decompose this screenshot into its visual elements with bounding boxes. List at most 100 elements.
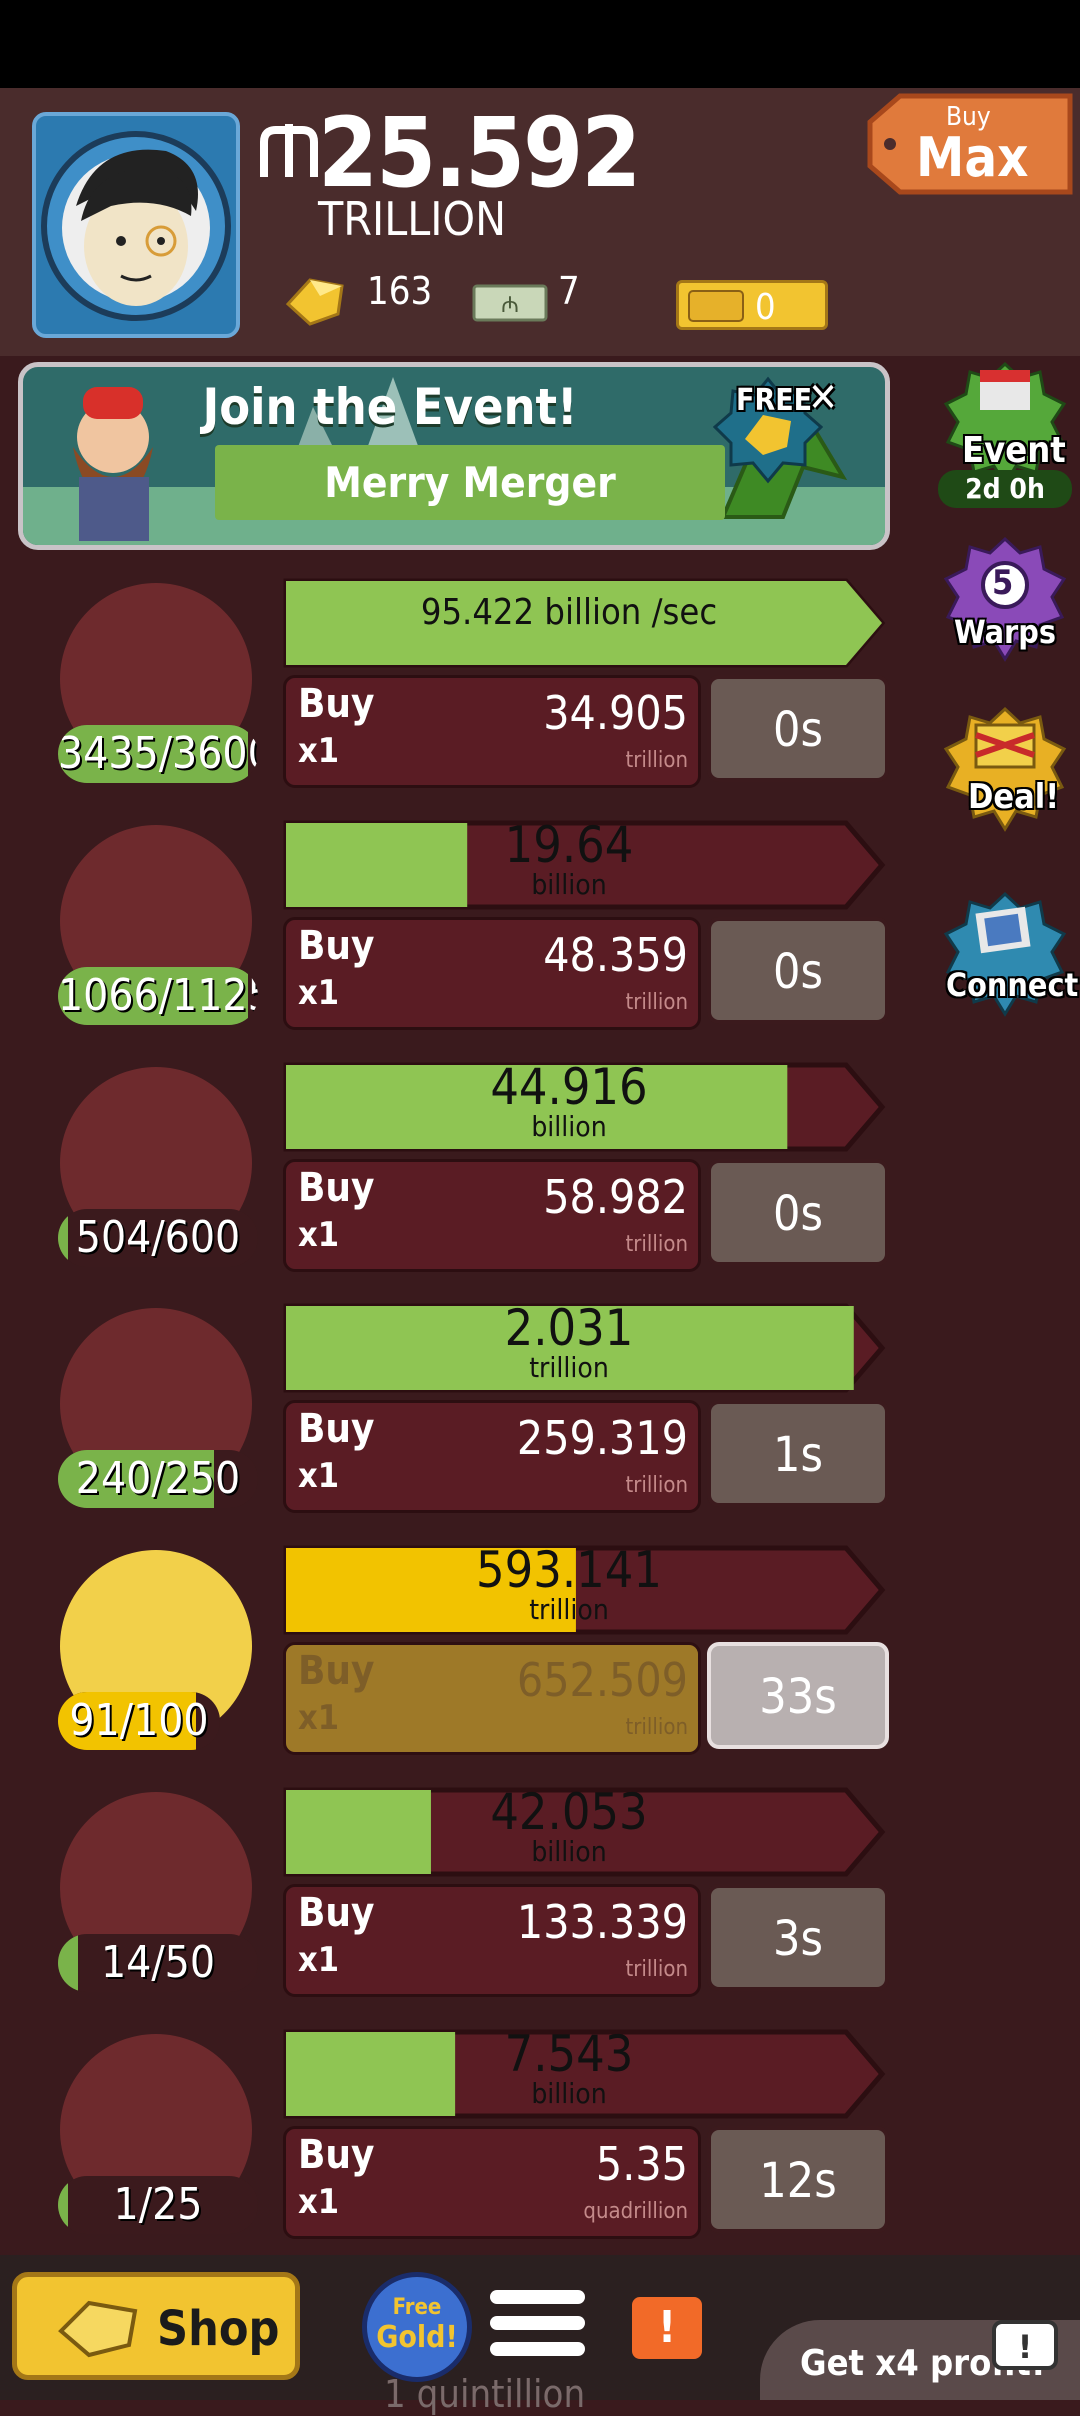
deal-label: Deal! (968, 777, 1060, 817)
warps-label: Warps (954, 613, 1056, 651)
buy-multiplier: x1 (298, 2182, 340, 2222)
menu-icon[interactable] (490, 2290, 585, 2370)
timer-button[interactable]: 33s (707, 1642, 889, 1749)
gold-bar-icon (58, 2300, 138, 2358)
ticket-count: 0 (755, 287, 776, 328)
shop-label: Shop (157, 2301, 280, 2357)
buy-button[interactable]: Buy x1 133.339 trillion (283, 1884, 701, 1997)
buy-cost-unit: trillion (625, 1473, 688, 1498)
income-value: 593.141 (476, 1541, 662, 1599)
timer-button[interactable]: 0s (707, 675, 889, 782)
buy-multiplier: x1 (298, 1456, 340, 1496)
warps-badge[interactable]: 5 Warps (940, 535, 1070, 665)
event-title: Join the Event! (202, 378, 578, 436)
buy-label: Buy (298, 1648, 375, 1694)
status-bar (0, 0, 1080, 88)
event-subtitle: Merry Merger (215, 445, 725, 520)
warps-count: 5 (992, 563, 1014, 603)
buy-cost-unit: trillion (625, 1232, 688, 1257)
money-value: 25.592 (318, 97, 641, 209)
timer-button[interactable]: 0s (707, 1159, 889, 1266)
event-badge-label: Event (962, 430, 1066, 471)
income-unit: billion (531, 1835, 607, 1868)
buy-label: Buy (298, 923, 375, 969)
buy-multiplier: x1 (298, 1698, 340, 1738)
income-value: 7.543 (504, 2025, 634, 2083)
gold-count: 163 (367, 269, 433, 313)
buy-cost-unit: quadrillion (583, 2199, 688, 2224)
buy-button[interactable]: Buy x1 652.509 trillion (283, 1642, 701, 1755)
shop-button[interactable]: Shop (12, 2272, 300, 2380)
owned-count: 14/50 (100, 1937, 216, 1988)
timer-button[interactable]: 0s (707, 917, 889, 1024)
buy-cost: 652.509 (516, 1653, 688, 1707)
buy-button[interactable]: Buy x1 48.359 trillion (283, 917, 701, 1030)
buy-label: Buy (298, 681, 375, 727)
owned-count-pill: 504/600 (58, 1209, 258, 1267)
mega-count: 7 (558, 269, 580, 313)
income-value: 2.031 (504, 1299, 634, 1357)
buy-multiplier: x1 (298, 1215, 340, 1255)
buy-label: Buy (298, 1165, 375, 1211)
owned-count: 504/600 (75, 1212, 241, 1263)
buy-cost-unit: trillion (625, 748, 688, 773)
buy-max-bottom: Max (916, 126, 1029, 189)
owned-count: 1/25 (113, 2179, 203, 2230)
income-unit: billion (531, 2077, 607, 2110)
buy-label: Buy (298, 2132, 375, 2178)
buy-button[interactable]: Buy x1 58.982 trillion (283, 1159, 701, 1272)
income-unit: billion (531, 868, 607, 901)
buy-label: Buy (298, 1890, 375, 1936)
gold-icon (285, 278, 344, 326)
buy-max-button[interactable]: Buy Max (850, 92, 1075, 200)
buy-cost: 48.359 (543, 928, 688, 982)
income-value: 42.053 (490, 1783, 648, 1841)
owned-count: 240/250 (75, 1453, 241, 1504)
buy-cost: 259.319 (516, 1411, 688, 1465)
income-value: 95.422 billion /sec (420, 592, 718, 633)
owned-count-pill: 1066/1125 (58, 967, 258, 1025)
timer-button[interactable]: 12s (707, 2126, 889, 2233)
income-unit: billion (531, 1110, 607, 1143)
next-unlock-text: 1 quintillion (384, 2372, 586, 2416)
buy-cost: 5.35 (595, 2137, 688, 2191)
buy-cost: 58.982 (543, 1170, 688, 1224)
astronaut-avatar-icon (41, 131, 231, 321)
owned-count-pill: 14/50 (58, 1934, 258, 1992)
buy-cost-unit: trillion (625, 1715, 688, 1740)
buy-multiplier: x1 (298, 973, 340, 1013)
ticket-counter[interactable]: 0 (676, 280, 828, 330)
timer-button[interactable]: 1s (707, 1400, 889, 1507)
owned-count-pill: 1/25 (58, 2176, 258, 2234)
connect-label: Connect (946, 966, 1079, 1004)
ticket-icon (688, 290, 744, 322)
free-gold-button[interactable]: Free Gold! (362, 2272, 472, 2382)
alert-icon[interactable]: ! (632, 2297, 702, 2359)
buy-button[interactable]: Buy x1 5.35 quadrillion (283, 2126, 701, 2239)
timer-button[interactable]: 3s (707, 1884, 889, 1991)
deal-badge[interactable]: Deal! (940, 705, 1070, 835)
buy-cost: 34.905 (543, 686, 688, 740)
owned-count-pill: 3435/3600 (58, 725, 258, 783)
buy-cost: 133.339 (516, 1895, 688, 1949)
player-avatar[interactable] (32, 112, 240, 338)
buy-multiplier: x1 (298, 1940, 340, 1980)
buy-multiplier: x1 (298, 731, 340, 771)
income-value: 19.64 (504, 816, 634, 874)
buy-button[interactable]: Buy x1 34.905 trillion (283, 675, 701, 788)
owned-count: 3435/3600 (58, 728, 258, 779)
buy-button[interactable]: Buy x1 259.319 trillion (283, 1400, 701, 1513)
free-gold-line2: Gold! (376, 2320, 458, 2355)
owned-count: 91/100 (69, 1695, 209, 1746)
event-timer: 2d 0h (938, 470, 1072, 508)
owned-count-pill: 91/100 (58, 1692, 220, 1750)
tv-icon: ! (992, 2320, 1058, 2370)
free-gold-line1: Free (392, 2295, 442, 2320)
owned-count: 1066/1125 (58, 970, 258, 1021)
buy-cost-unit: trillion (625, 990, 688, 1015)
connect-badge[interactable]: Connect (940, 890, 1078, 1020)
income-unit: trillion (529, 1351, 609, 1384)
buy-cost-unit: trillion (625, 1957, 688, 1982)
money-symbol-icon (260, 124, 318, 177)
money-unit: TRILLION (318, 192, 507, 246)
